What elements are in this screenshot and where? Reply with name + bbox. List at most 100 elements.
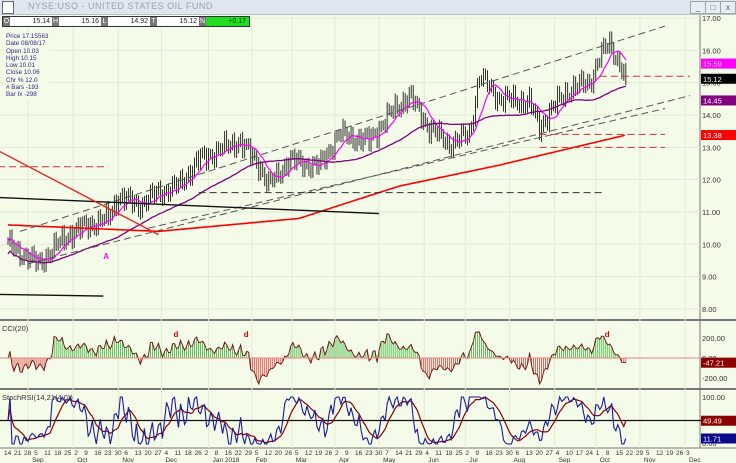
x-tick-label: 28 [24,450,32,457]
stoch-signal-tag-label: 49.49 [703,417,722,426]
info-high: High 10.15 [6,54,37,62]
info-box: Price 17.15563 Date 08/08/17 Open 10.03 … [4,32,51,100]
x-tick-label: 12 [656,450,664,457]
x-tick-label: 16 [225,450,233,457]
x-tick-label: 9 [345,450,349,457]
x-tick-label: 4 [425,450,429,457]
x-tick-label: 21 [405,450,413,457]
y-tick-label: 12.00 [702,176,721,185]
x-tick-label: 5 [295,450,299,457]
y-tick-label: 17.00 [702,14,721,23]
x-tick-label: 11 [44,450,51,457]
x-month-label: May [383,457,396,463]
price-tag-label: 15.59 [703,60,722,69]
cci-tick-label: 200.00 [702,334,725,343]
annotation-marker: d [244,330,249,339]
x-month-label: Feb [256,457,268,463]
window-title: NYSE:USO - UNITED STATES OIL FUND [28,1,213,11]
x-tick-label: 9 [475,450,479,457]
info-chg: Chr % 12.0 [6,76,38,84]
y-tick-label: 8.00 [702,305,717,314]
last-key: T [150,17,157,26]
app-icon [2,1,14,14]
x-tick-label: 18 [54,450,62,457]
price-tag-label: 15.12 [703,75,722,84]
x-month-label: Mar [296,457,308,463]
x-tick-label: 18 [185,450,193,457]
x-tick-label: 16 [94,450,102,457]
x-tick-label: 26 [195,450,203,457]
title-bar: NYSE:USO - UNITED STATES OIL FUND _ □ x [0,0,736,15]
x-tick-label: 26 [285,450,293,457]
stochrsi-label: StochRSI(14,21(4,0)) [2,393,73,402]
stoch-tag-label: 11.71 [703,434,721,443]
x-tick-label: 12 [265,450,273,457]
x-tick-label: 3 [686,450,690,457]
x-tick-label: 30 [114,450,122,457]
x-tick-label: 29 [245,450,253,457]
info-open: Open 10.03 [6,47,39,55]
high-key: H [52,17,59,26]
x-tick-label: 5 [646,450,650,457]
x-tick-label: 25 [455,450,463,457]
minimize-button[interactable]: _ [690,1,706,14]
x-tick-label: 8 [606,450,610,457]
price-pane [0,15,700,320]
info-date: Date 08/08/17 [6,40,46,48]
x-month-label: Aug [514,457,526,463]
low-key: L [101,17,108,26]
x-tick-label: 16 [355,450,363,457]
x-tick-label: 27 [546,450,554,457]
maximize-button[interactable]: □ [705,1,721,14]
cci-label: CCI(20) [2,324,29,333]
x-tick-label: 13 [526,450,534,457]
x-tick-label: 6 [124,450,128,457]
x-tick-label: 19 [666,450,674,457]
x-tick-label: 22 [626,450,634,457]
y-tick-label: 11.00 [702,208,720,217]
info-bars: # Bars -193 [6,84,39,92]
y-tick-label: 10.00 [702,240,721,249]
x-month-label: Jan 2018 [213,457,240,463]
x-tick-label: 20 [536,450,544,457]
x-tick-label: 1 [596,450,600,457]
x-tick-label: 22 [235,450,243,457]
x-tick-label: 30 [506,450,514,457]
close-button[interactable]: x [720,1,736,14]
x-tick-label: 14 [395,450,403,457]
info-close: Close 10.06 [6,69,40,77]
x-tick-label: 23 [495,450,503,457]
y-tick-label: 13.00 [702,143,721,152]
x-tick-label: 2 [205,450,209,457]
cci-tag-label: -47.21 [703,359,724,368]
x-tick-label: 24 [586,450,594,457]
info-low: Low 10.01 [6,62,36,70]
x-tick-label: 11 [175,450,182,457]
x-tick-label: 30 [375,450,383,457]
y-tick-label: 9.00 [702,273,717,282]
x-tick-label: 10 [566,450,574,457]
x-tick-label: 4 [164,450,168,457]
change-key: N [199,17,206,26]
x-tick-label: 19 [315,450,323,457]
chart-canvas[interactable]: 17.0016.0015.0014.0013.0012.0011.0010.00… [0,0,736,463]
x-tick-label: 26 [325,450,333,457]
price-tag-label: 13.38 [703,131,722,140]
price-tag-label: 14.45 [703,96,722,105]
x-month-label: Nov [644,457,656,463]
x-tick-label: 29 [415,450,423,457]
x-tick-label: 16 [485,450,493,457]
x-tick-label: 17 [576,450,584,457]
annotation-marker: d [605,330,610,339]
x-tick-label: 6 [516,450,520,457]
x-tick-label: 4 [556,450,560,457]
x-tick-label: 20 [144,450,152,457]
x-tick-label: 21 [14,450,22,457]
annotation-marker: A [103,252,109,261]
x-month-label: Apr [339,457,350,463]
x-month-label: Dec [165,457,177,463]
y-tick-label: 14.00 [702,111,721,120]
x-tick-label: 2 [74,450,78,457]
x-tick-label: 2 [335,450,339,457]
quote-bar: O 15.14 H 15.16 L 14.92 T 15.12 N +0.17 [2,16,250,27]
